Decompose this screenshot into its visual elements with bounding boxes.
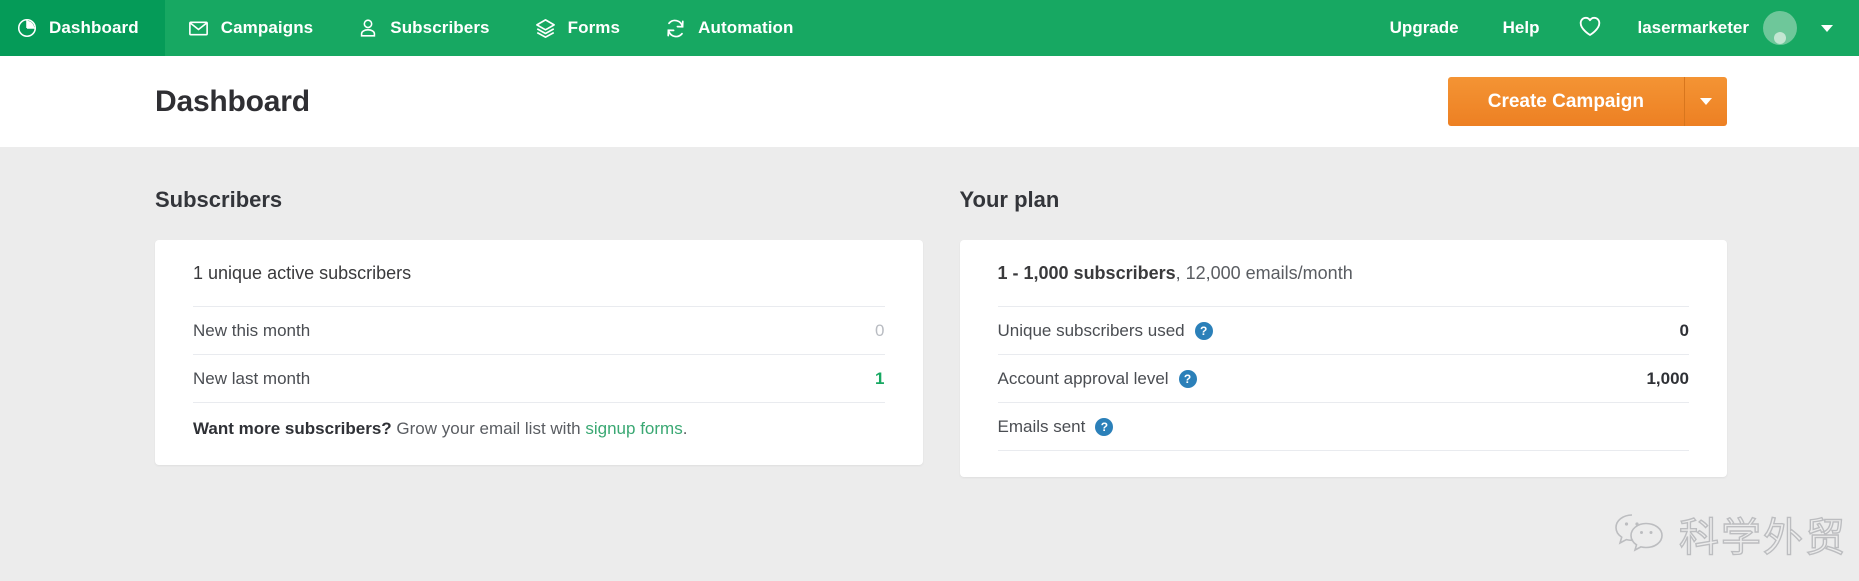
upgrade-link[interactable]: Upgrade: [1368, 0, 1481, 56]
secondary-nav: Upgrade Help lasermarketer: [1368, 0, 1859, 56]
nav-item-campaigns[interactable]: Campaigns: [165, 0, 336, 56]
chevron-down-icon[interactable]: [1821, 25, 1833, 32]
avatar: [1763, 11, 1797, 45]
primary-nav: Dashboard Campaigns Su: [0, 0, 816, 56]
help-icon[interactable]: ?: [1179, 370, 1197, 388]
subscribers-footnote: Want more subscribers? Grow your email l…: [193, 403, 885, 439]
help-label: Help: [1503, 18, 1540, 38]
main-content: Subscribers 1 unique active subscribers …: [0, 147, 1859, 477]
page-header: Dashboard Create Campaign: [0, 56, 1859, 147]
watermark-text: 科学外贸: [1679, 505, 1847, 563]
table-row: New this month 0: [193, 307, 885, 355]
nav-item-forms[interactable]: Forms: [512, 0, 642, 56]
nav-item-subscribers[interactable]: Subscribers: [335, 0, 511, 56]
nav-item-dashboard[interactable]: Dashboard: [0, 0, 165, 56]
app-window: Dashboard Campaigns Su: [0, 0, 1859, 581]
row-label: New last month: [193, 369, 310, 389]
plan-card: 1 - 1,000 subscribers, 12,000 emails/mon…: [960, 240, 1728, 477]
row-label-text: Unique subscribers used: [998, 321, 1185, 341]
username-label: lasermarketer: [1637, 18, 1749, 38]
nav-item-label: Dashboard: [49, 18, 139, 38]
row-label: New this month: [193, 321, 310, 341]
row-value: 1: [875, 369, 884, 389]
page-title: Dashboard: [155, 85, 310, 119]
upgrade-label: Upgrade: [1390, 18, 1459, 38]
row-label: Account approval level ?: [998, 369, 1197, 389]
row-label-text: Account approval level: [998, 369, 1169, 389]
table-row: Unique subscribers used ? 0: [998, 307, 1690, 355]
row-value: 0: [875, 321, 884, 341]
nav-item-label: Automation: [698, 18, 793, 38]
row-label: Unique subscribers used ?: [998, 321, 1213, 341]
table-row: Account approval level ? 1,000: [998, 355, 1690, 403]
footnote-end: .: [683, 419, 688, 438]
table-row: New last month 1: [193, 355, 885, 403]
row-label: Emails sent ?: [998, 417, 1114, 437]
refresh-icon: [664, 17, 687, 40]
user-menu[interactable]: lasermarketer: [1619, 0, 1843, 56]
footnote-bold-text: Want more subscribers?: [193, 419, 392, 438]
watermark: 科学外贸: [1613, 505, 1847, 563]
signup-forms-link[interactable]: signup forms: [585, 419, 682, 438]
pie-chart-icon: [16, 17, 38, 39]
table-row: Emails sent ?: [998, 403, 1690, 451]
footnote-text: Grow your email list with: [392, 419, 586, 438]
row-value: 1,000: [1646, 369, 1689, 389]
help-icon[interactable]: ?: [1095, 418, 1113, 436]
envelope-icon: [187, 17, 210, 40]
nav-item-label: Subscribers: [390, 18, 489, 38]
create-campaign-button[interactable]: Create Campaign: [1448, 77, 1684, 126]
help-link[interactable]: Help: [1481, 0, 1562, 56]
subscribers-card: 1 unique active subscribers New this mon…: [155, 240, 923, 465]
caret-down-icon: [1700, 98, 1712, 105]
plan-column: Your plan 1 - 1,000 subscribers, 12,000 …: [960, 187, 1728, 477]
header-actions: Create Campaign: [1448, 77, 1727, 126]
wechat-icon: [1613, 510, 1665, 559]
plan-headline: 1 - 1,000 subscribers, 12,000 emails/mon…: [998, 263, 1690, 307]
create-campaign-dropdown-button[interactable]: [1684, 77, 1727, 126]
subscribers-column: Subscribers 1 unique active subscribers …: [155, 187, 923, 477]
row-label-text: Emails sent: [998, 417, 1086, 437]
nav-item-label: Campaigns: [221, 18, 314, 38]
nav-item-automation[interactable]: Automation: [642, 0, 815, 56]
subscribers-headline: 1 unique active subscribers: [193, 263, 885, 307]
top-navigation-bar: Dashboard Campaigns Su: [0, 0, 1859, 56]
help-icon[interactable]: ?: [1195, 322, 1213, 340]
plan-headline-rest: , 12,000 emails/month: [1176, 263, 1353, 283]
plan-section-title: Your plan: [960, 187, 1728, 213]
subscribers-section-title: Subscribers: [155, 187, 923, 213]
heart-icon: [1577, 13, 1603, 44]
plan-headline-bold: 1 - 1,000 subscribers: [998, 263, 1176, 283]
person-icon: [357, 17, 379, 39]
nav-item-label: Forms: [568, 18, 620, 38]
layers-icon: [534, 17, 557, 40]
favorites-button[interactable]: [1561, 0, 1619, 56]
row-value: 0: [1680, 321, 1689, 341]
